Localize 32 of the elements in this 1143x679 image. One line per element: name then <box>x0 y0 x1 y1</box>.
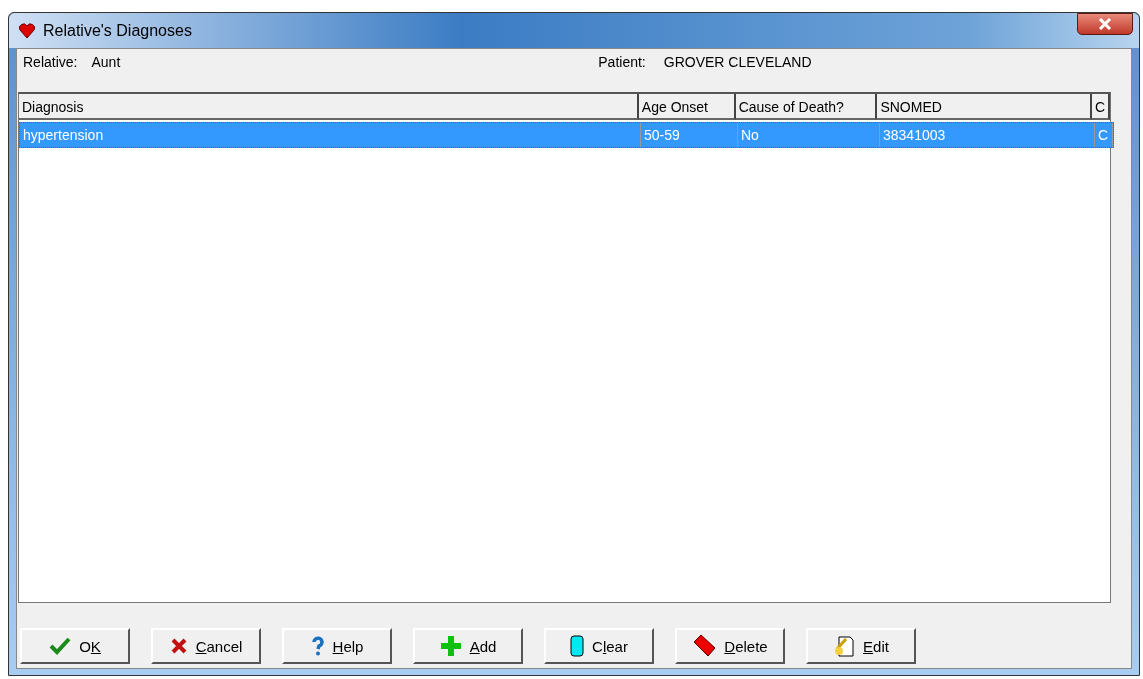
table-cell: No <box>738 123 880 147</box>
table-cell: 38341003 <box>880 123 1095 147</box>
column-header[interactable]: Diagnosis <box>19 94 639 120</box>
eraser-icon <box>692 634 717 658</box>
edit-button[interactable]: Edit <box>806 628 916 664</box>
column-header[interactable]: C <box>1092 94 1110 120</box>
close-button[interactable] <box>1077 13 1133 35</box>
help-button[interactable]: Help <box>282 628 392 664</box>
add-button[interactable]: Add <box>413 628 523 664</box>
cancel-button[interactable]: Cancel <box>151 628 261 664</box>
table-cell: 50-59 <box>641 123 738 147</box>
clear-button[interactable]: Clear <box>544 628 654 664</box>
heart-icon <box>19 22 35 39</box>
plus-icon <box>439 635 462 657</box>
window-title: Relative's Diagnoses <box>43 21 192 40</box>
patient-label: Patient: <box>598 54 646 70</box>
patient-value: GROVER CLEVELAND <box>663 54 812 70</box>
table-cell: hypertension <box>20 123 641 147</box>
column-header[interactable]: SNOMED <box>877 94 1093 120</box>
relative-label: Relative: <box>23 54 78 70</box>
checkmark-icon <box>49 637 72 655</box>
document-edit-icon <box>833 635 856 657</box>
close-icon <box>1098 18 1112 30</box>
column-header[interactable]: Age Onset <box>638 94 736 120</box>
question-mark-icon <box>310 636 325 656</box>
ok-button[interactable]: OK <box>20 628 130 664</box>
cross-icon <box>169 637 188 655</box>
column-header[interactable]: Cause of Death? <box>735 94 878 120</box>
delete-button[interactable]: Delete <box>675 628 785 664</box>
table-cell: C <box>1095 123 1113 147</box>
relative-value: Aunt <box>91 54 121 70</box>
cylinder-icon <box>570 635 585 657</box>
